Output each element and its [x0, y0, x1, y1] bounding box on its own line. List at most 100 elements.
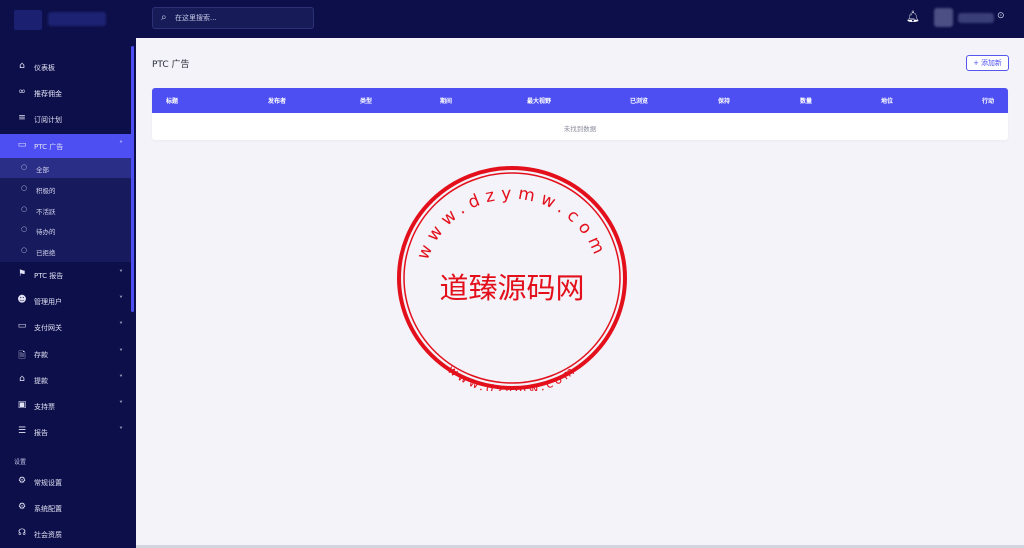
- sidebar-item-gateways[interactable]: ▭ 支付网关 ˅: [0, 315, 131, 339]
- avatar[interactable]: [934, 8, 953, 27]
- submenu-label: 全部: [36, 166, 49, 174]
- column-header-viewed[interactable]: 已浏览: [630, 96, 648, 105]
- social-icon: ☊: [18, 528, 26, 538]
- column-header-max-views[interactable]: 最大视野: [527, 96, 551, 105]
- sidebar-item-label: 管理用户: [34, 298, 62, 306]
- column-header-title[interactable]: 标题: [166, 96, 178, 105]
- add-new-button[interactable]: + 添加新: [966, 55, 1009, 71]
- ad-icon: ▭: [17, 140, 27, 150]
- ptc-submenu: ○ 全部 ○ 积极的 ○ 不活跃 ○ 待办的 ○ 已拒绝: [0, 158, 131, 262]
- sidebar-item-system-config[interactable]: ⚙ 系统配置: [0, 496, 131, 520]
- circle-icon: ○: [21, 225, 28, 233]
- page-title: PTC 广告: [152, 60, 190, 70]
- sidebar-item-deposits[interactable]: 🗎︎ 存款 ˅: [0, 342, 131, 366]
- plus-icon: +: [973, 59, 979, 67]
- sidebar-item-label: 推荐佣金: [34, 90, 62, 98]
- logo-text-blurred: [48, 12, 106, 26]
- stamp-top-text: www.dzymw.com: [413, 184, 611, 263]
- stamp-bottom-text: www.dzymw.com: [445, 362, 579, 391]
- sidebar-item-ptc-ads[interactable]: ▭ PTC 广告 ˄: [0, 134, 131, 158]
- sidebar-item-label: 订阅计划: [34, 116, 62, 124]
- submenu-item-all[interactable]: ○ 全部: [0, 158, 131, 178]
- sidebar-item-referral[interactable]: ∞ 推荐佣金: [0, 81, 131, 105]
- chevron-down-icon: ˅: [119, 348, 123, 357]
- chevron-down-icon: ˅: [119, 426, 123, 435]
- add-new-label: 添加新: [980, 59, 1002, 67]
- empty-state-text: 未找到数据: [563, 125, 597, 133]
- sidebar-item-tickets[interactable]: ▣ 支持票 ˅: [0, 394, 131, 418]
- column-header-publisher[interactable]: 发布者: [268, 96, 286, 105]
- column-header-duration[interactable]: 期间: [440, 96, 452, 105]
- search-box[interactable]: ⌕: [152, 7, 314, 29]
- column-header-action[interactable]: 行动: [982, 96, 994, 105]
- search-input[interactable]: [175, 11, 307, 25]
- submenu-item-inactive[interactable]: ○ 不活跃: [0, 200, 131, 220]
- chevron-down-icon: ˅: [119, 269, 123, 278]
- bell-icon[interactable]: 🔔︎: [906, 10, 920, 23]
- sidebar-scrollbar[interactable]: [131, 46, 134, 312]
- column-header-remain[interactable]: 保持: [718, 96, 730, 105]
- sidebar-item-plans[interactable]: ≡ 订阅计划: [0, 107, 131, 131]
- flag-icon: ⚑: [17, 269, 27, 279]
- sidebar-item-social[interactable]: ☊ 社会资质: [0, 522, 131, 546]
- chevron-down-icon[interactable]: ⊙: [997, 11, 1005, 21]
- chevron-down-icon: ˅: [119, 400, 123, 409]
- deposit-icon: 🗎︎: [18, 351, 26, 361]
- submenu-item-pending[interactable]: ○ 待办的: [0, 220, 131, 240]
- card-icon: ▭: [17, 321, 27, 331]
- logo-icon[interactable]: [14, 10, 42, 30]
- submenu-label: 积极的: [36, 187, 56, 195]
- settings-icon: ⚙: [17, 476, 27, 486]
- sidebar-item-label: 仪表板: [34, 64, 55, 72]
- home-icon: ⌂: [19, 61, 25, 71]
- sidebar-item-reports[interactable]: ☰ 报告 ˅: [0, 420, 131, 444]
- gear-icon: ⚙: [17, 502, 27, 512]
- sidebar-item-general-settings[interactable]: ⚙ 常规设置: [0, 470, 131, 494]
- chevron-up-icon: ˄: [119, 140, 123, 149]
- ticket-icon: ▣: [17, 400, 27, 410]
- chevron-down-icon: ˅: [119, 295, 123, 304]
- column-header-status[interactable]: 地位: [881, 96, 893, 105]
- circle-icon: ○: [21, 184, 28, 192]
- sidebar-item-label: 支持票: [34, 403, 55, 411]
- sidebar-item-label: 提款: [34, 377, 48, 385]
- top-bar: ⌕ 🔔︎ ⊙: [0, 0, 1024, 38]
- sidebar-item-withdrawals[interactable]: ⌂ 提款 ˅: [0, 368, 131, 392]
- circle-icon: ○: [21, 246, 28, 254]
- column-header-amount[interactable]: 数量: [800, 96, 812, 105]
- sidebar-item-label: PTC 广告: [34, 143, 64, 151]
- sidebar-item-label: 支付网关: [34, 324, 62, 332]
- column-header-type[interactable]: 类型: [360, 96, 372, 105]
- sidebar-item-label: 系统配置: [34, 505, 62, 513]
- link-icon: ∞: [18, 87, 26, 97]
- sidebar-item-label: PTC 报告: [34, 272, 64, 280]
- sidebar-item-label: 社会资质: [34, 531, 62, 539]
- circle-icon: ○: [21, 163, 28, 171]
- submenu-item-active[interactable]: ○ 积极的: [0, 179, 131, 199]
- username-blurred[interactable]: [958, 13, 994, 23]
- sidebar-item-label: 常规设置: [34, 479, 62, 487]
- sidebar-item-label: 存款: [34, 351, 48, 359]
- search-icon: ⌕: [161, 12, 167, 23]
- submenu-label: 不活跃: [36, 208, 56, 216]
- submenu-label: 待办的: [36, 228, 56, 236]
- sidebar: ⌂ 仪表板 ∞ 推荐佣金 ≡ 订阅计划 ▭ PTC 广告 ˄ ○ 全部 ○ 积极…: [0, 38, 136, 548]
- table-header: 标题 发布者 类型 期间 最大视野 已浏览 保持 数量 地位 行动: [152, 88, 1008, 113]
- sidebar-item-dashboard[interactable]: ⌂ 仪表板: [0, 55, 131, 79]
- circle-icon: ○: [21, 205, 28, 213]
- chevron-down-icon: ˅: [119, 374, 123, 383]
- list-icon: ≡: [18, 113, 26, 123]
- sidebar-item-ptc-report[interactable]: ⚑ PTC 报告 ˅: [0, 263, 131, 287]
- stamp-center-text: 道臻源码网: [439, 271, 584, 305]
- users-icon: ☻: [17, 295, 27, 305]
- chevron-down-icon: ˅: [119, 321, 123, 330]
- sidebar-section-title: 设置: [14, 459, 27, 466]
- watermark-stamp: www.dzymw.com www.dzymw.com 道臻源码网: [397, 166, 627, 391]
- sidebar-item-users[interactable]: ☻ 管理用户 ˅: [0, 289, 131, 313]
- submenu-label: 已拒绝: [36, 249, 56, 257]
- sidebar-item-label: 报告: [34, 429, 48, 437]
- submenu-item-rejected[interactable]: ○ 已拒绝: [0, 241, 131, 261]
- ads-table: 标题 发布者 类型 期间 最大视野 已浏览 保持 数量 地位 行动 未找到数据: [152, 88, 1008, 140]
- bank-icon: ⌂: [19, 374, 25, 384]
- report-icon: ☰: [17, 426, 27, 436]
